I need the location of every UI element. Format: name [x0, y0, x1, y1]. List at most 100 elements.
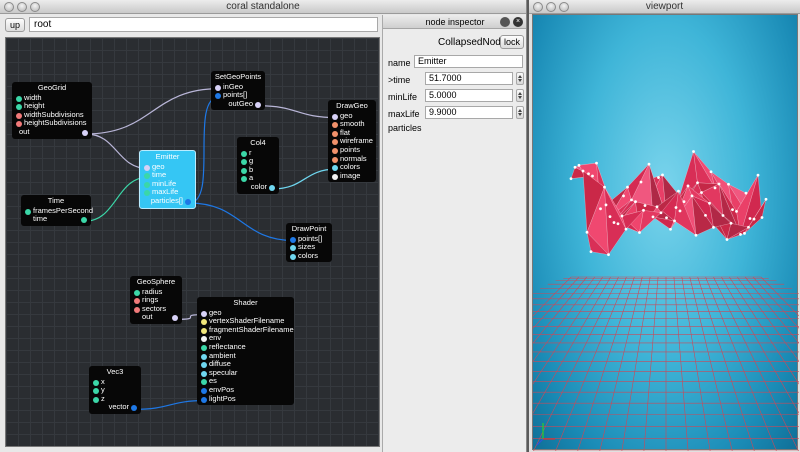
int-port-icon[interactable] [16, 112, 22, 119]
minimize-window-icon[interactable] [17, 2, 27, 12]
float-port-icon[interactable] [241, 176, 247, 183]
image-port-icon[interactable] [201, 336, 207, 343]
time-stepper-icon[interactable] [516, 72, 524, 85]
color-port-icon[interactable] [201, 362, 207, 369]
string-port-icon[interactable] [201, 319, 207, 326]
color-port-icon[interactable] [201, 370, 207, 377]
attr-colors[interactable]: colors [289, 251, 329, 261]
node-time[interactable]: Time framesPerSecond time [21, 195, 93, 226]
float-port-icon[interactable] [241, 167, 247, 174]
node-title: SetGeoPoints [214, 72, 262, 81]
attr-color[interactable]: color [240, 182, 276, 192]
float-port-icon[interactable] [81, 217, 87, 224]
geo-port-icon[interactable] [82, 129, 88, 136]
float-port-icon[interactable] [144, 173, 150, 180]
attr-geo[interactable]: geo [143, 162, 192, 172]
float-port-icon[interactable] [201, 379, 207, 386]
minlife-field[interactable]: 5.0000 [425, 89, 513, 102]
int-port-icon[interactable] [134, 298, 140, 305]
attr-out[interactable]: out [133, 313, 179, 322]
node-setgeopoints[interactable]: SetGeoPoints inGeo points[] outGeo [211, 71, 265, 111]
points-port-icon[interactable] [215, 93, 221, 100]
geo-port-icon[interactable] [215, 84, 221, 91]
node-geogrid[interactable]: GeoGrid width height widthSubdivisions h… [12, 82, 92, 139]
vec3-port-icon[interactable] [201, 387, 207, 394]
attr-image[interactable]: image [331, 171, 373, 181]
node-vec3[interactable]: Vec3 x y z vector [89, 366, 141, 414]
color-port-icon[interactable] [332, 165, 338, 172]
maxlife-field[interactable]: 9.9000 [425, 106, 513, 119]
time-field[interactable]: 51.7000 [425, 72, 513, 85]
path-field[interactable]: root [29, 17, 378, 32]
close-icon[interactable]: × [513, 17, 523, 27]
node-emitter[interactable]: Emitter geo time minLife maxLife particl… [139, 150, 196, 209]
float-port-icon[interactable] [144, 181, 150, 188]
float-port-icon[interactable] [25, 208, 31, 215]
vec3-port-icon[interactable] [201, 396, 207, 403]
float-port-icon[interactable] [16, 104, 22, 111]
zoom-window-icon[interactable] [559, 2, 569, 12]
color-port-icon[interactable] [290, 253, 296, 260]
geo-port-icon[interactable] [144, 164, 150, 171]
lock-button[interactable]: lock [500, 35, 524, 49]
particle-point [651, 215, 655, 219]
bool-port-icon[interactable] [332, 156, 338, 163]
geo-port-icon[interactable] [172, 315, 178, 322]
node-graph-canvas[interactable]: GeoGrid width height widthSubdivisions h… [5, 37, 380, 447]
zoom-window-icon[interactable] [30, 2, 40, 12]
float-port-icon[interactable] [93, 379, 99, 386]
float-port-icon[interactable] [290, 245, 296, 252]
points-port-icon[interactable] [290, 236, 296, 243]
float-port-icon[interactable] [93, 396, 99, 403]
geo-port-icon[interactable] [201, 310, 207, 317]
bool-port-icon[interactable] [332, 147, 338, 154]
color-port-icon[interactable] [269, 184, 275, 191]
attr-smooth[interactable]: smooth [331, 119, 373, 129]
name-field[interactable]: Emitter [414, 55, 523, 68]
float-port-icon[interactable] [16, 95, 22, 102]
color-port-icon[interactable] [201, 353, 207, 360]
float-port-icon[interactable] [241, 150, 247, 157]
attr-r[interactable]: r [240, 148, 276, 158]
attr-lightpos[interactable]: lightPos [200, 394, 291, 404]
bool-port-icon[interactable] [332, 122, 338, 129]
3d-viewport-canvas[interactable] [532, 14, 799, 451]
attr-g[interactable]: g [240, 156, 276, 166]
attr-y[interactable]: y [92, 385, 138, 395]
attr-x[interactable]: x [92, 377, 138, 387]
geo-port-icon[interactable] [255, 101, 261, 108]
attr-time-out[interactable]: time [24, 214, 88, 224]
float-port-icon[interactable] [241, 159, 247, 166]
node-col4[interactable]: Col4 r g b a color [237, 137, 279, 194]
string-port-icon[interactable] [201, 327, 207, 334]
attr-b[interactable]: b [240, 165, 276, 175]
close-window-icon[interactable] [4, 2, 14, 12]
node-drawpoint[interactable]: DrawPoint points[] sizes colors [286, 223, 332, 263]
attr-out[interactable]: out [15, 127, 89, 137]
attr-vector[interactable]: vector [92, 403, 138, 412]
vec3-port-icon[interactable] [131, 405, 137, 412]
geo-port-icon[interactable] [332, 113, 338, 120]
maxlife-stepper-icon[interactable] [516, 106, 524, 119]
image-port-icon[interactable] [332, 173, 338, 180]
minlife-stepper-icon[interactable] [516, 89, 524, 102]
node-drawgeo[interactable]: DrawGeo geo smooth flat wireframe points… [328, 100, 376, 183]
bool-port-icon[interactable] [332, 130, 338, 137]
refresh-icon[interactable] [500, 17, 510, 27]
attr-particles[interactable]: particles[] [143, 196, 192, 206]
node-shader[interactable]: Shader geo vertexShaderFilename fragment… [197, 297, 294, 406]
int-port-icon[interactable] [134, 306, 140, 313]
attr-outgeo[interactable]: outGeo [214, 99, 262, 109]
bool-port-icon[interactable] [332, 139, 338, 146]
node-title: Vec3 [106, 367, 124, 376]
node-geosphere[interactable]: GeoSphere radius rings sectors out [130, 276, 182, 324]
points-port-icon[interactable] [185, 198, 191, 205]
float-port-icon[interactable] [93, 388, 99, 395]
float-port-icon[interactable] [144, 190, 150, 197]
float-port-icon[interactable] [201, 344, 207, 351]
close-window-icon[interactable] [533, 2, 543, 12]
attr-sectors[interactable]: sectors [133, 304, 179, 314]
float-port-icon[interactable] [134, 289, 140, 296]
up-button[interactable]: up [5, 18, 25, 32]
minimize-window-icon[interactable] [546, 2, 556, 12]
